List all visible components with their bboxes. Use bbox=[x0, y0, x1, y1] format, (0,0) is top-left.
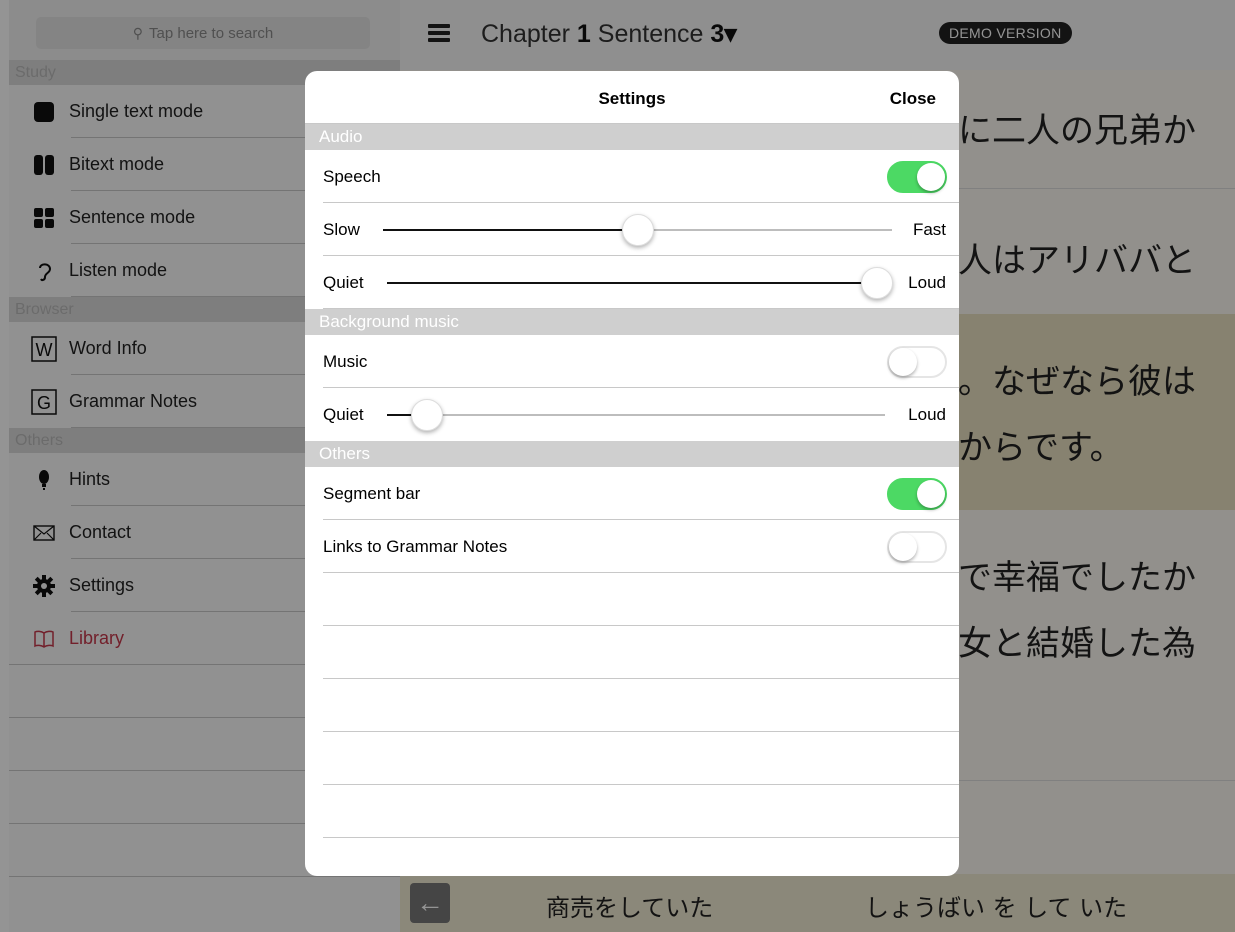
grammar-links-toggle[interactable] bbox=[887, 531, 947, 563]
empty-row bbox=[305, 573, 959, 626]
section-header-audio: Audio bbox=[305, 124, 959, 150]
grammar-links-label: Links to Grammar Notes bbox=[323, 536, 508, 556]
fast-label: Fast bbox=[912, 220, 946, 239]
settings-dialog: Settings Close Audio Speech Slow Fast Qu… bbox=[305, 71, 959, 876]
speech-toggle[interactable] bbox=[887, 161, 947, 193]
grammar-links-row: Links to Grammar Notes bbox=[305, 520, 959, 573]
empty-row bbox=[305, 732, 959, 785]
settings-header: Settings Close bbox=[305, 71, 959, 124]
speech-row: Speech bbox=[305, 150, 959, 203]
loud-label: Loud bbox=[908, 405, 946, 424]
empty-row bbox=[305, 626, 959, 679]
music-toggle[interactable] bbox=[887, 346, 947, 378]
loud-label: Loud bbox=[908, 273, 946, 292]
settings-title: Settings bbox=[598, 89, 666, 108]
speech-label: Speech bbox=[323, 166, 381, 186]
audio-volume-knob[interactable] bbox=[861, 267, 893, 299]
music-volume-track[interactable] bbox=[387, 414, 885, 416]
speed-slider-row: Slow Fast bbox=[305, 203, 959, 256]
audio-volume-row: Quiet Loud bbox=[305, 256, 959, 309]
segment-bar-label: Segment bar bbox=[323, 483, 421, 503]
music-row: Music bbox=[305, 335, 959, 388]
music-label: Music bbox=[323, 351, 368, 371]
music-volume-knob[interactable] bbox=[410, 399, 443, 431]
empty-row bbox=[305, 785, 959, 838]
slow-label: Slow bbox=[323, 219, 360, 239]
quiet-label: Quiet bbox=[323, 404, 364, 424]
empty-row bbox=[305, 679, 959, 732]
section-header-others: Others bbox=[305, 441, 959, 467]
music-volume-row: Quiet Loud bbox=[305, 388, 959, 441]
close-button[interactable]: Close bbox=[890, 89, 936, 109]
section-header-background-music: Background music bbox=[305, 309, 959, 335]
quiet-label: Quiet bbox=[323, 272, 364, 292]
speed-slider-fill bbox=[383, 229, 638, 231]
audio-volume-fill bbox=[387, 282, 877, 284]
speed-slider-knob[interactable] bbox=[621, 214, 654, 246]
segment-bar-row: Segment bar bbox=[305, 467, 959, 520]
segment-bar-toggle[interactable] bbox=[887, 478, 947, 510]
